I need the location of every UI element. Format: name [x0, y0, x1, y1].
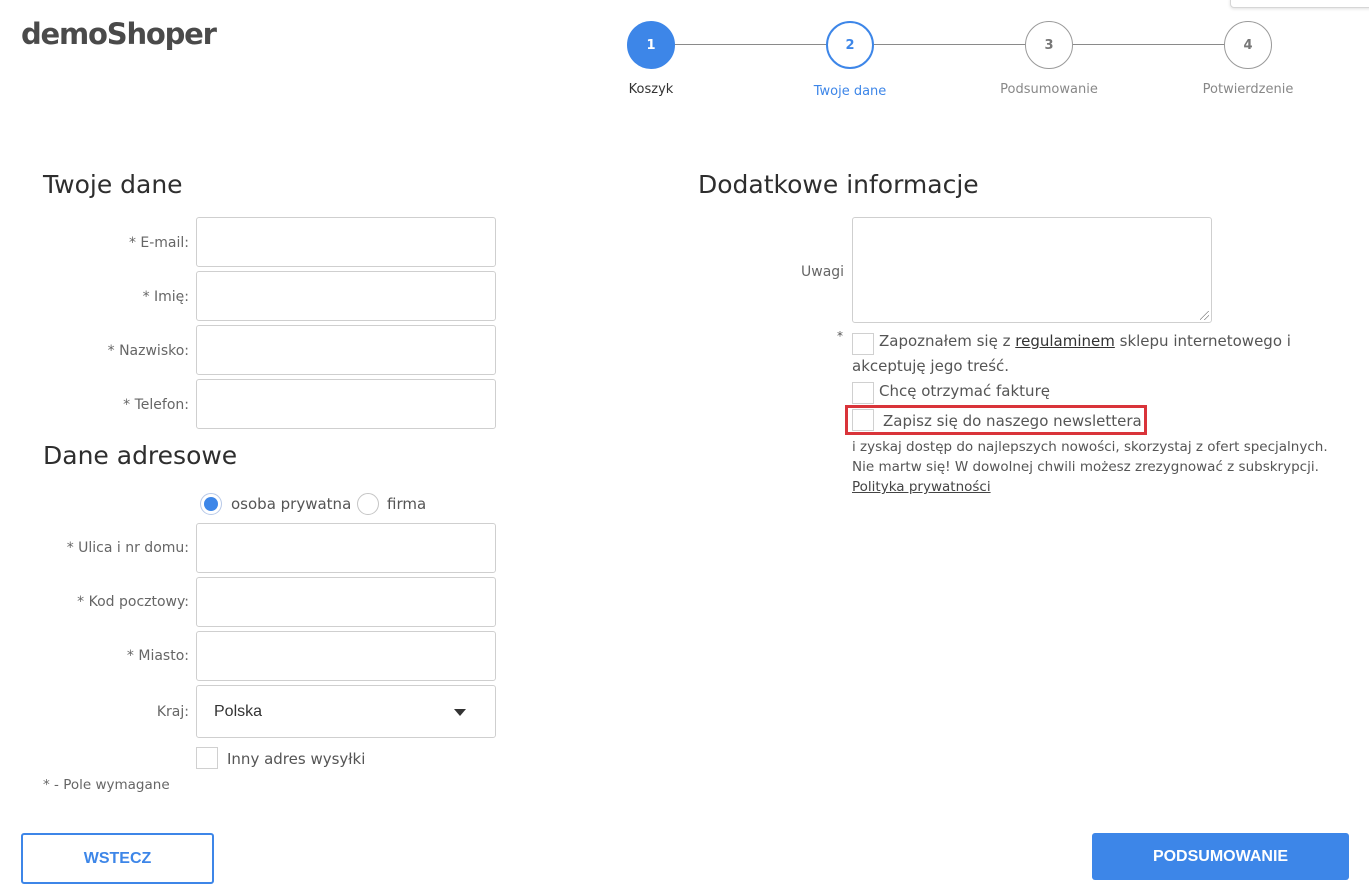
resize-grip-icon[interactable]	[1200, 311, 1209, 320]
city-field[interactable]	[196, 631, 496, 681]
step-number-circle: 2	[826, 21, 874, 69]
other-address-checkbox[interactable]	[196, 747, 218, 769]
other-address-label[interactable]: Inny adres wysyłki	[227, 750, 365, 768]
back-button[interactable]: WSTECZ	[21, 833, 214, 884]
step-number-circle: 3	[1025, 21, 1073, 69]
step-number-circle: 1	[627, 21, 675, 69]
terms-text-line2: akceptuję jego treść.	[852, 357, 1010, 375]
street-label: * Ulica i nr domu:	[66, 540, 189, 556]
chevron-down-icon	[454, 709, 466, 716]
step-label: Twoje dane	[813, 84, 887, 99]
country-select-value: Polska	[214, 702, 263, 720]
country-select[interactable]: Polska	[196, 685, 496, 738]
step-label: Podsumowanie	[1000, 82, 1098, 97]
company-label[interactable]: firma	[387, 495, 426, 513]
email-label: * E-mail:	[128, 235, 189, 251]
newsletter-highlight-box	[845, 405, 1147, 435]
postal-code-field[interactable]	[196, 577, 496, 627]
invoice-checkbox[interactable]	[852, 382, 874, 404]
notes-label: Uwagi	[801, 264, 845, 280]
step-your-data[interactable]: 2 Twoje dane	[790, 21, 910, 99]
terms-text-before: Zapoznałem się z	[879, 332, 1011, 350]
street-field[interactable]	[196, 523, 496, 573]
additional-info-title: Dodatkowe informacje	[698, 170, 979, 199]
privacy-policy-link[interactable]: Polityka prywatności	[852, 479, 991, 495]
city-label: * Miasto:	[126, 648, 189, 664]
terms-checkbox[interactable]	[852, 333, 874, 355]
step-confirmation: 4 Potwierdzenie	[1188, 21, 1308, 97]
email-field[interactable]	[196, 217, 496, 267]
terms-text-after: sklepu internetowego i	[1119, 332, 1291, 350]
step-cart[interactable]: 1 Koszyk	[591, 21, 711, 97]
invoice-label[interactable]: Chcę otrzymać fakturę	[879, 382, 1050, 400]
step-label: Koszyk	[628, 82, 674, 97]
country-label: Kraj:	[156, 704, 189, 720]
private-person-label[interactable]: osoba prywatna	[231, 495, 351, 513]
top-right-panel-edge	[1230, 0, 1369, 8]
terms-required-mark: *	[837, 329, 843, 343]
newsletter-info-line2: Nie martw się! W dowolnej chwili możesz …	[852, 459, 1319, 475]
step-number-circle: 4	[1224, 21, 1272, 69]
step-summary: 3 Podsumowanie	[989, 21, 1109, 97]
phone-label: * Telefon:	[123, 397, 189, 413]
summary-button[interactable]: PODSUMOWANIE	[1092, 833, 1349, 880]
required-fields-note: * - Pole wymagane	[43, 777, 170, 793]
newsletter-info-line1: i zyskaj dostęp do najlepszych nowości, …	[852, 439, 1328, 455]
notes-textarea[interactable]	[852, 217, 1212, 323]
last-name-label: * Nazwisko:	[107, 343, 189, 359]
postal-code-label: * Kod pocztowy:	[77, 594, 189, 610]
phone-field[interactable]	[196, 379, 496, 429]
personal-data-title: Twoje dane	[43, 170, 183, 199]
step-label: Potwierdzenie	[1202, 82, 1294, 97]
first-name-label: * Imię:	[142, 289, 189, 305]
last-name-field[interactable]	[196, 325, 496, 375]
address-title: Dane adresowe	[43, 441, 238, 470]
terms-text: Zapoznałem się z regulaminem sklepu inte…	[879, 332, 1291, 350]
first-name-field[interactable]	[196, 271, 496, 321]
company-radio[interactable]	[357, 493, 379, 515]
shop-logo[interactable]: demoShoper	[21, 17, 217, 51]
private-person-radio[interactable]	[200, 493, 222, 515]
terms-link[interactable]: regulaminem	[1015, 332, 1115, 350]
